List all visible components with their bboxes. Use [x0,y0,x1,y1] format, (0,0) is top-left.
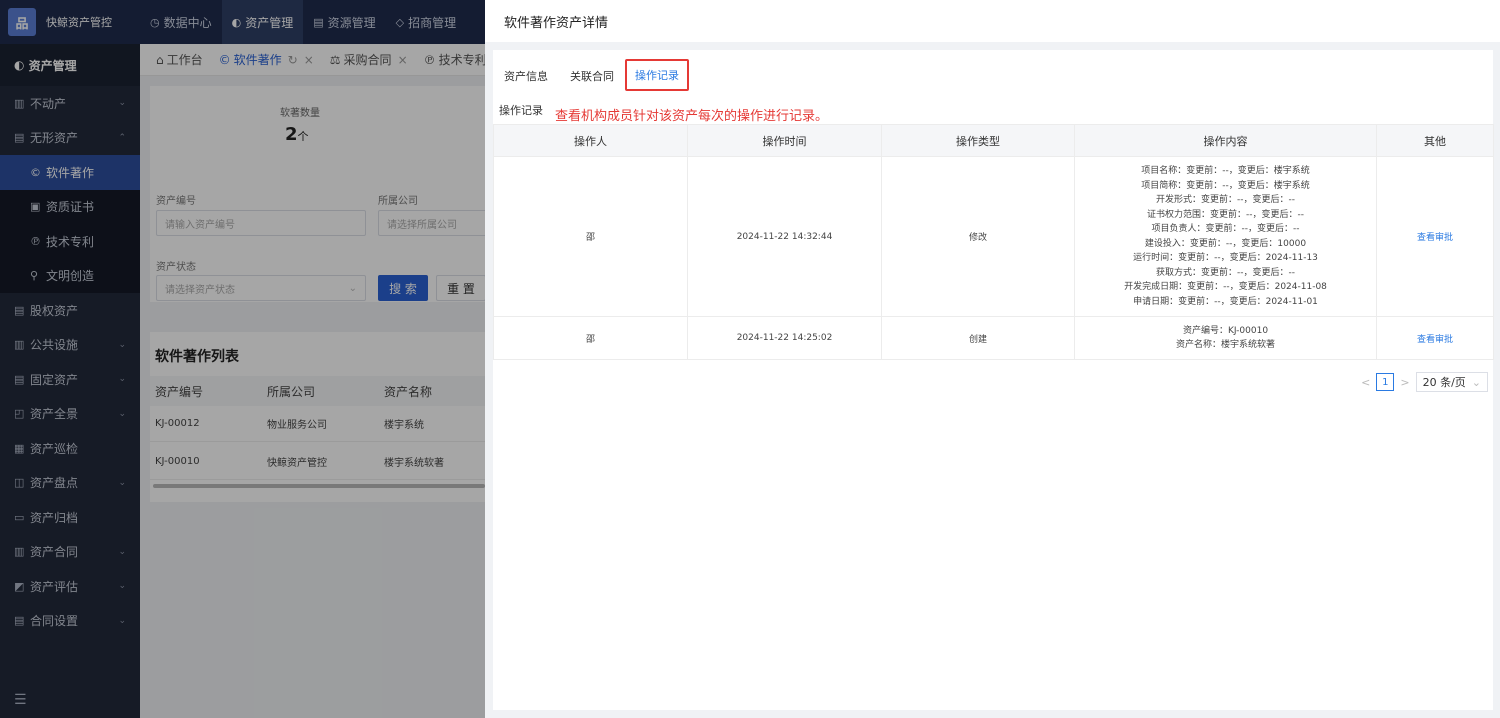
table-header-cell: 操作时间 [687,124,882,157]
drawer-body: 资产信息 关联合同 操作记录 操作记录 查看机构成员针对该资产每次的操作进行记录。 … [493,50,1494,710]
detail-drawer: 软件著作资产详情 资产信息 关联合同 操作记录 操作记录 查看机构成员针对该资产每次… [485,0,1500,718]
drawer-tab-2[interactable]: 操作记录 [625,59,689,91]
drawer-tab-1[interactable]: 关联合同 [559,64,625,88]
table-row: 邵 2024-11-22 14:32:44 修改 项目名称：变更前：--，变更后：楼宇… [493,156,1494,317]
content-line: 项目简称：变更前：--，变更后：楼宇系统 [1141,180,1310,191]
content-line: 开发完成日期：变更前：--，变更后：2024-11-08 [1124,282,1327,292]
next-page-button[interactable]: > [1400,376,1409,389]
view-approval-link[interactable]: 查看审批 [1417,233,1453,243]
view-approval-link[interactable]: 查看审批 [1417,335,1453,345]
table-header-cell: 操作人 [493,124,688,157]
content-line: 获取方式：变更前：--，变更后：-- [1156,267,1295,278]
content-line: 申请日期：变更前：--，变更后：2024-11-01 [1133,296,1318,307]
operator-cell: 邵 [493,156,688,317]
section-title: 操作记录 [499,104,543,117]
content-cell: 资产编号：KJ-00010 资产名称：楼宇系统软著 [1074,316,1377,360]
type-cell: 创建 [881,316,1075,360]
drawer-title: 软件著作资产详情 [485,0,1500,42]
page-size-select[interactable]: 20 条/页 ⌄ [1415,372,1488,392]
table-header-cell: 操作类型 [881,124,1075,157]
prev-page-button[interactable]: < [1361,376,1370,389]
table-header-row: 操作人 操作时间 操作类型 操作内容 其他 [493,124,1494,157]
operation-log-table: 操作人 操作时间 操作类型 操作内容 其他 邵 2024-11-22 14:32:44 修改… [493,124,1494,360]
page-size-value: 20 条/页 [1422,376,1466,389]
content-line: 运行时间：变更前：--，变更后：2024-11-13 [1133,253,1318,263]
type-cell: 修改 [881,156,1075,317]
content-line: 项目名称：变更前：--，变更后：楼宇系统 [1141,166,1310,176]
content-line: 项目负责人：变更前：--，变更后：-- [1151,224,1300,234]
chevron-down-icon: ⌄ [1471,375,1481,389]
content-line: 建设投入：变更前：--，变更后：10000 [1144,238,1307,249]
content-line: 资产编号：KJ-00010 [1182,325,1269,336]
table-header-cell: 其他 [1376,124,1494,157]
content-line: 证书权力范围：变更前：--，变更后：-- [1147,209,1304,220]
page-number-button[interactable]: 1 [1376,373,1395,391]
drawer-tab-0[interactable]: 资产信息 [493,64,559,88]
time-cell: 2024-11-22 14:32:44 [687,156,882,317]
operator-cell: 邵 [493,316,688,360]
content-line: 开发形式：变更前：--，变更后：-- [1156,195,1295,205]
time-cell: 2024-11-22 14:25:02 [687,316,882,360]
pagination: < 1 > 20 条/页 ⌄ [1361,372,1488,392]
other-cell: 查看审批 [1376,156,1494,317]
table-header-cell: 操作内容 [1074,124,1377,157]
other-cell: 查看审批 [1376,316,1494,360]
section-note: 查看机构成员针对该资产每次的操作进行记录。 [555,109,829,124]
drawer-tabs: 资产信息 关联合同 操作记录 [493,59,689,91]
app-root: 品 快鲸资产管控 ◷ 数据中心 ◐ 资产管理 ▤ 资源管理 ◇ 招商管理 ◐ 资产管理 ▥ 不动… [0,0,1500,718]
content-line: 资产名称：楼宇系统软著 [1175,340,1275,350]
content-cell: 项目名称：变更前：--，变更后：楼宇系统 项目简称：变更前：--，变更后：楼宇系统… [1074,156,1377,317]
table-row: 邵 2024-11-22 14:25:02 创建 资产编号：KJ-00010 资产名称：… [493,316,1494,360]
